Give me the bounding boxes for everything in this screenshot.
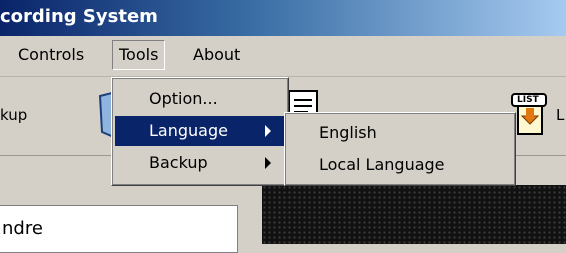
menu-item-english[interactable]: English: [285, 118, 515, 148]
menu-item-local-language-label: Local Language: [319, 155, 445, 174]
list-icon[interactable]: LIST: [510, 92, 550, 138]
name-field-text: ndre: [2, 218, 43, 239]
menu-item-option-label: Option...: [149, 89, 218, 108]
video-display-area: [262, 185, 566, 244]
submenu-arrow-icon: [265, 157, 271, 169]
menu-item-local-language[interactable]: Local Language: [285, 150, 515, 180]
title-bar: cording System: [0, 0, 566, 36]
tools-menu: Option... Language Backup: [111, 77, 289, 186]
menu-item-english-label: English: [319, 123, 377, 142]
menu-bar: Controls Tools About: [0, 36, 566, 77]
list-icon-text: LIST: [517, 95, 539, 105]
submenu-arrow-icon: [265, 125, 271, 137]
toolbar-list-label[interactable]: L: [556, 106, 564, 124]
menu-item-language[interactable]: Language: [115, 116, 285, 146]
menu-about[interactable]: About: [193, 45, 240, 64]
menu-tools[interactable]: Tools: [112, 40, 166, 70]
language-submenu: English Local Language: [284, 112, 516, 186]
toolbar-backup-label[interactable]: kup: [0, 106, 27, 124]
menu-item-backup[interactable]: Backup: [112, 148, 288, 178]
menu-item-option[interactable]: Option...: [112, 84, 288, 114]
menu-item-language-label: Language: [149, 121, 228, 140]
window-title: cording System: [0, 6, 158, 27]
menu-item-backup-label: Backup: [149, 153, 208, 172]
menu-controls[interactable]: Controls: [18, 45, 84, 64]
